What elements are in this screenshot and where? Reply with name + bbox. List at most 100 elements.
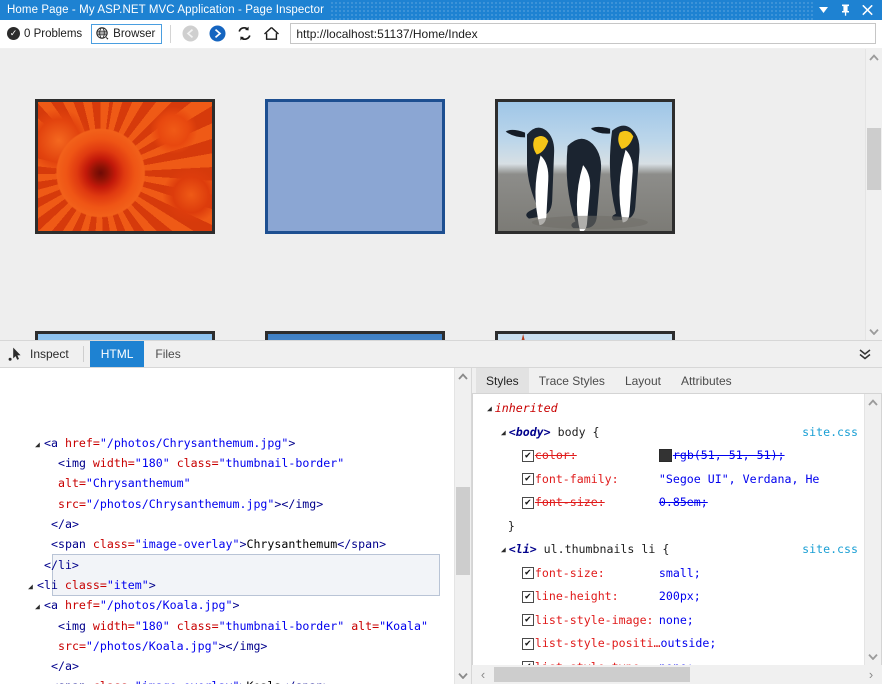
code-token: width= bbox=[93, 619, 135, 633]
pin-icon[interactable] bbox=[839, 3, 852, 17]
styles-hscroll-thumb[interactable] bbox=[494, 667, 690, 682]
declaration-value[interactable]: outside; bbox=[661, 632, 717, 656]
tab-files[interactable]: Files bbox=[144, 341, 191, 367]
html-source-line[interactable]: src="/photos/Koala.jpg"></img> bbox=[0, 636, 454, 656]
refresh-button[interactable] bbox=[233, 23, 255, 45]
declaration-checkbox[interactable]: ✔ bbox=[522, 497, 534, 509]
styles-scroll-thumb[interactable] bbox=[865, 411, 881, 481]
styles-scroll-down-icon[interactable] bbox=[865, 648, 881, 665]
styles-horizontal-scrollbar[interactable]: ‹ › bbox=[472, 665, 882, 684]
thumbnail-chrysanthemum[interactable] bbox=[35, 99, 215, 234]
thumbnail-jellyfish[interactable] bbox=[265, 331, 445, 340]
thumbnail-penguins[interactable] bbox=[495, 99, 675, 234]
scroll-up-icon[interactable] bbox=[866, 49, 882, 66]
declaration-value[interactable]: "Segoe UI", Verdana, He bbox=[659, 468, 820, 492]
html-source-line[interactable]: </a> bbox=[0, 514, 454, 534]
styles-hscroll-right-icon[interactable]: › bbox=[860, 665, 882, 684]
collapse-triangle-icon[interactable]: ◢ bbox=[501, 538, 506, 562]
code-token: class= bbox=[177, 456, 219, 470]
collapse-triangle-icon[interactable]: ◢ bbox=[35, 597, 44, 617]
declaration-property[interactable]: font-size: bbox=[535, 562, 659, 586]
html-source-line[interactable]: <span class="image-overlay">Chrysanthemu… bbox=[0, 534, 454, 554]
viewport-vertical-scrollbar[interactable] bbox=[865, 49, 882, 340]
collapse-triangle-icon[interactable]: ◢ bbox=[501, 421, 506, 445]
html-source-line[interactable]: <img width="180" class="thumbnail-border… bbox=[0, 453, 454, 473]
html-source-line[interactable]: <img width="180" class="thumbnail-border… bbox=[0, 616, 454, 636]
address-bar[interactable]: http://localhost:51137/Home/Index bbox=[290, 23, 876, 44]
html-source-line[interactable]: </li> bbox=[0, 555, 454, 575]
declaration-checkbox[interactable]: ✔ bbox=[522, 567, 534, 579]
browser-tab-button[interactable]: Browser bbox=[91, 24, 162, 44]
styles-tab-attributes[interactable]: Attributes bbox=[671, 368, 742, 393]
html-source-line[interactable]: ◢<a href="/photos/Chrysanthemum.jpg"> bbox=[0, 433, 454, 453]
html-source-line[interactable]: alt="Chrysanthemum" bbox=[0, 473, 454, 493]
styles-rules-list[interactable]: ◢inherited ◢<body> body {site.css ✔color… bbox=[473, 394, 864, 665]
styles-rule-source[interactable]: site.css bbox=[802, 538, 864, 562]
declaration-property[interactable]: line-height: bbox=[535, 585, 659, 609]
home-button[interactable] bbox=[260, 23, 282, 45]
scroll-down-icon[interactable] bbox=[866, 323, 882, 340]
code-token: Chrysanthemum bbox=[246, 537, 337, 551]
html-scroll-down-icon[interactable] bbox=[455, 667, 471, 684]
viewport-scroll-track[interactable] bbox=[866, 66, 882, 323]
code-token: href= bbox=[65, 598, 100, 612]
html-source-code[interactable]: ◢<a href="/photos/Chrysanthemum.jpg"> <i… bbox=[0, 368, 454, 684]
tab-html[interactable]: HTML bbox=[90, 341, 145, 367]
thumbnail-lighthouse[interactable] bbox=[495, 331, 675, 340]
collapse-panel-button[interactable] bbox=[848, 341, 882, 367]
declaration-property[interactable]: list-style-type: bbox=[535, 656, 659, 666]
collapse-triangle-icon[interactable]: ◢ bbox=[35, 435, 44, 455]
html-scroll-thumb[interactable] bbox=[456, 487, 470, 575]
close-icon[interactable] bbox=[861, 3, 874, 17]
styles-scroll-up-icon[interactable] bbox=[865, 394, 881, 411]
html-source-line[interactable]: <span class="image-overlay">Koala</span> bbox=[0, 676, 454, 684]
viewport-scroll-thumb[interactable] bbox=[867, 128, 881, 190]
collapse-triangle-icon[interactable]: ◢ bbox=[28, 577, 37, 597]
declaration-property[interactable]: font-size: bbox=[535, 491, 659, 515]
forward-button[interactable] bbox=[206, 23, 228, 45]
styles-rule-source[interactable]: site.css bbox=[802, 421, 864, 445]
window-title: Home Page - My ASP.NET MVC Application -… bbox=[7, 4, 324, 16]
html-source-line[interactable]: </a> bbox=[0, 656, 454, 676]
declaration-checkbox[interactable]: ✔ bbox=[522, 591, 534, 603]
declaration-checkbox[interactable]: ✔ bbox=[522, 450, 534, 462]
declaration-property[interactable]: color: bbox=[535, 444, 659, 468]
styles-tab-styles[interactable]: Styles bbox=[476, 368, 529, 393]
declaration-value[interactable]: rgb(51, 51, 51); bbox=[673, 444, 785, 468]
html-pane-vertical-scrollbar[interactable] bbox=[454, 368, 471, 684]
styles-hscroll-left-icon[interactable]: ‹ bbox=[472, 665, 494, 684]
styles-vertical-scrollbar[interactable] bbox=[864, 394, 881, 665]
declaration-checkbox[interactable]: ✔ bbox=[522, 638, 534, 650]
styles-rule-selector: ul.thumbnails li { bbox=[544, 538, 670, 562]
html-source-line[interactable]: ◢<a href="/photos/Koala.jpg"> bbox=[0, 595, 454, 615]
problems-indicator[interactable]: ✓ 0 Problems bbox=[5, 25, 86, 42]
declaration-value[interactable]: none; bbox=[659, 656, 694, 666]
inspect-button[interactable]: Inspect bbox=[6, 341, 77, 367]
styles-pane-tabs: StylesTrace StylesLayoutAttributes bbox=[472, 368, 882, 393]
html-scroll-up-icon[interactable] bbox=[455, 368, 471, 385]
html-source-line[interactable]: ◢<li class="item"> bbox=[0, 575, 454, 595]
chevron-down-icon[interactable] bbox=[817, 3, 830, 17]
back-button[interactable] bbox=[179, 23, 201, 45]
inspect-divider bbox=[83, 346, 84, 362]
declaration-property[interactable]: list-style-image: bbox=[535, 609, 659, 633]
code-token: alt= bbox=[58, 476, 86, 490]
styles-tab-layout[interactable]: Layout bbox=[615, 368, 671, 393]
declaration-value[interactable]: 200px; bbox=[659, 585, 701, 609]
styles-tab-trace-styles[interactable]: Trace Styles bbox=[529, 368, 615, 393]
declaration-property[interactable]: list-style-positi… bbox=[535, 632, 661, 656]
declaration-checkbox[interactable]: ✔ bbox=[522, 614, 534, 626]
declaration-value[interactable]: none; bbox=[659, 609, 694, 633]
thumbnail-tulips[interactable] bbox=[35, 331, 215, 340]
declaration-property[interactable]: font-family: bbox=[535, 468, 659, 492]
collapse-triangle-icon[interactable]: ◢ bbox=[487, 397, 492, 421]
thumbnail-koala[interactable] bbox=[265, 99, 445, 234]
declaration-checkbox[interactable]: ✔ bbox=[522, 473, 534, 485]
styles-scroll-track[interactable] bbox=[865, 411, 881, 648]
declaration-value[interactable]: small; bbox=[659, 562, 701, 586]
html-source-line[interactable]: src="/photos/Chrysanthemum.jpg"></img> bbox=[0, 494, 454, 514]
declaration-value[interactable]: 0.85em; bbox=[659, 491, 708, 515]
html-scroll-track[interactable] bbox=[455, 385, 471, 667]
page-content-viewport[interactable] bbox=[0, 49, 865, 340]
styles-hscroll-track[interactable] bbox=[494, 665, 860, 684]
